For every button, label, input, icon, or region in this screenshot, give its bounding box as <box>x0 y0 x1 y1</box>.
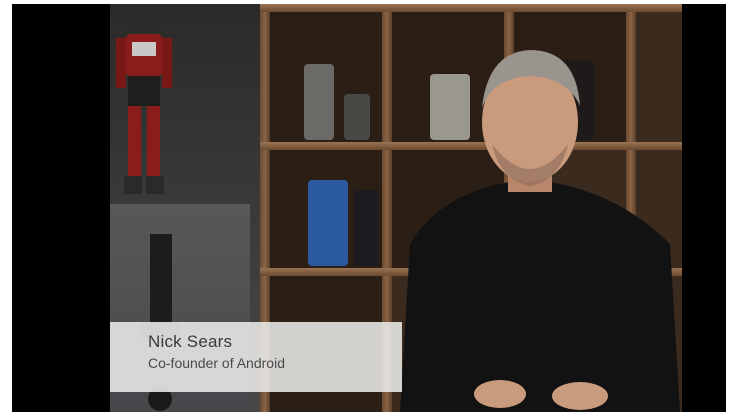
shelf-toy-figure <box>344 94 370 140</box>
speaker-name: Nick Sears <box>148 332 233 351</box>
robot-toy <box>116 16 172 194</box>
shelf-toy-box <box>308 180 348 266</box>
speaker-person <box>400 50 680 412</box>
shelf-toy-figure <box>354 190 378 266</box>
speaker-title: Co-founder of Android <box>148 355 285 371</box>
video-frame: Nick Sears Co-founder of Android <box>12 4 726 412</box>
lower-third-caption: Nick Sears Co-founder of Android <box>110 322 402 392</box>
video-scene: Nick Sears Co-founder of Android <box>110 4 682 412</box>
shelf-toy-figure <box>304 64 334 140</box>
